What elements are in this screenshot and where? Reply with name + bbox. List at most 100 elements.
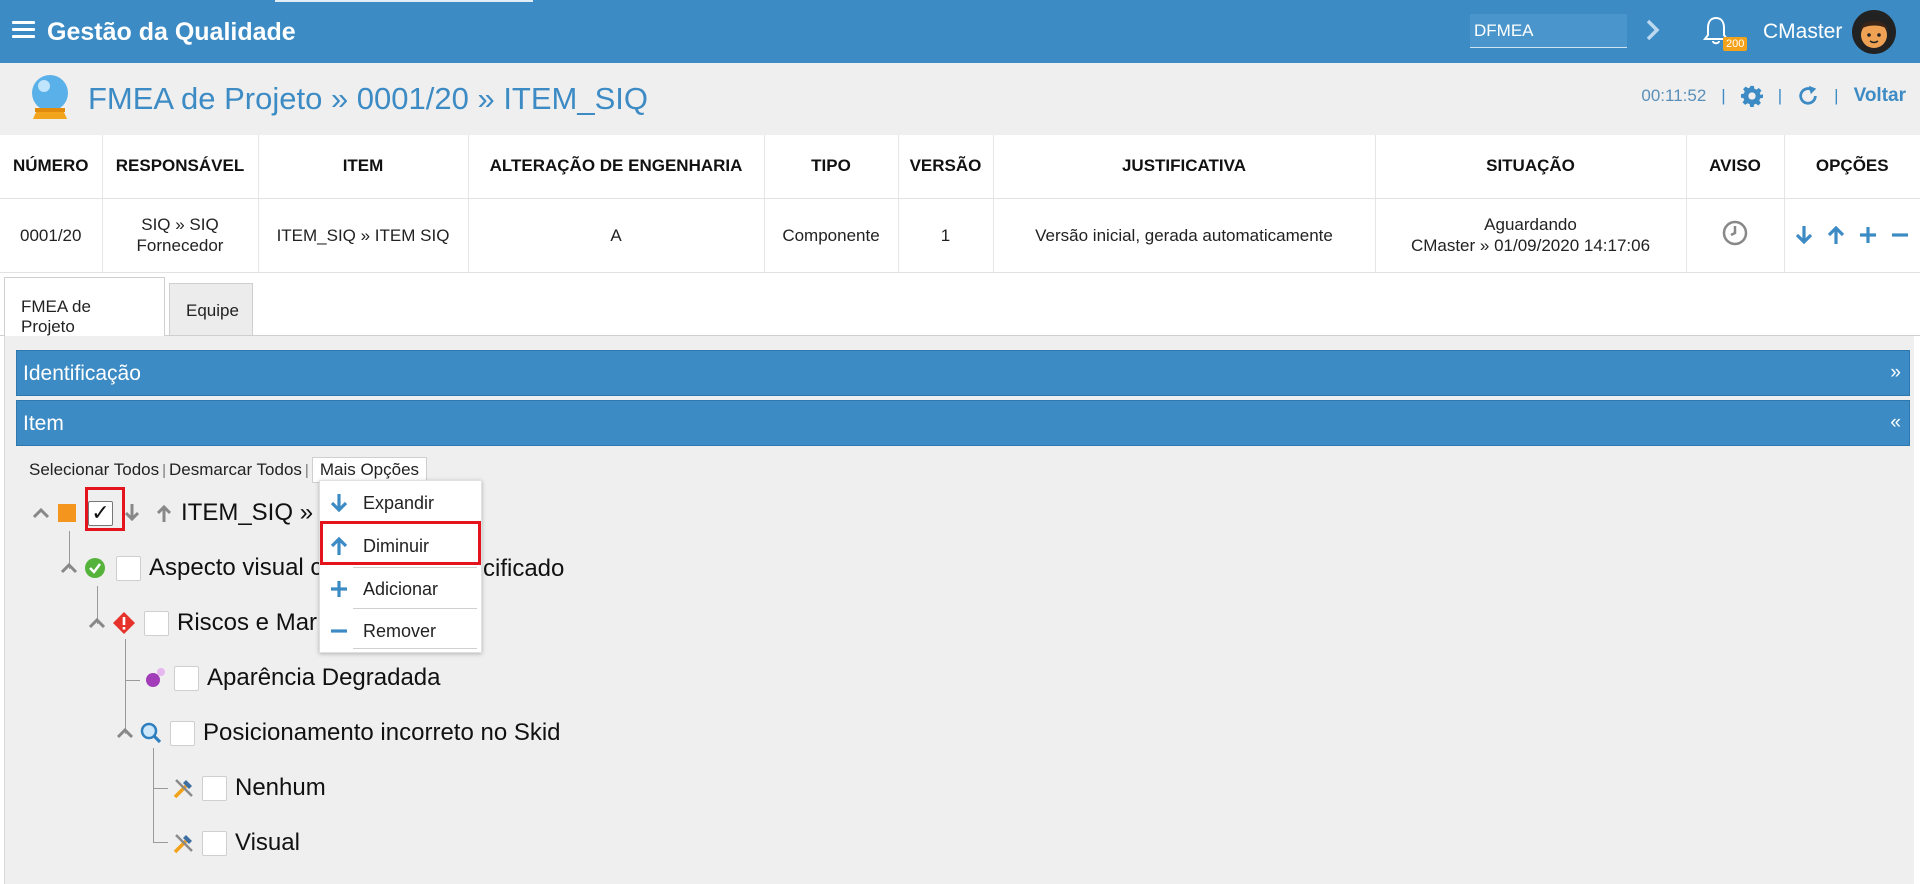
tree-checkbox[interactable] — [144, 610, 169, 636]
tree-node-cause: Posicionamento incorreto no Skid — [116, 717, 561, 749]
toolbar-separator: | — [162, 461, 167, 479]
tree-checkbox[interactable] — [116, 555, 141, 581]
arrow-up-icon[interactable] — [155, 503, 173, 523]
menu-divider — [353, 648, 477, 649]
cell-responsavel: SIQ » SIQ Fornecedor — [102, 198, 259, 273]
tree-node-control: Nenhum — [172, 772, 326, 804]
tree-node-label[interactable]: Aspecto visual c — [149, 554, 322, 582]
page-tools: 00:11:52 | | | Voltar — [1641, 85, 1906, 107]
hamburger-menu-icon[interactable] — [12, 21, 35, 38]
collapse-chevron-icon[interactable]: « — [1890, 412, 1901, 434]
arrow-down-icon[interactable] — [1794, 225, 1814, 245]
arrow-down-icon — [330, 494, 348, 513]
notifications-button[interactable]: 200 — [1703, 16, 1748, 54]
responsavel-line-1: SIQ » SIQ — [141, 215, 219, 234]
tree-node-root: ✓ ITEM_SIQ » — [32, 497, 313, 529]
page-title: FMEA de Projeto » 0001/20 » ITEM_SIQ — [88, 81, 649, 116]
menu-divider — [353, 567, 477, 568]
column-header: ALTERAÇÃO DE ENGENHARIA — [468, 135, 765, 199]
highlight-box — [320, 521, 481, 565]
tree-node-label[interactable]: Nenhum — [235, 774, 326, 802]
bomb-icon — [146, 668, 165, 687]
section-title: Item — [23, 412, 64, 435]
tree-node-label[interactable]: Riscos e Mar — [177, 609, 317, 637]
responsavel-line-2: Fornecedor — [136, 236, 224, 255]
user-name[interactable]: CMaster — [1763, 20, 1842, 44]
cell-item: ITEM_SIQ » ITEM SIQ — [258, 198, 469, 273]
tree-line — [153, 748, 154, 842]
tab-fmea-projeto[interactable]: FMEA de Projeto — [4, 277, 165, 337]
chevron-right-icon[interactable] — [1644, 18, 1662, 42]
table-row: 0001/20 SIQ » SIQ Fornecedor ITEM_SIQ » I… — [0, 198, 1920, 273]
tree-node-label[interactable]: Visual — [235, 829, 300, 857]
app-title: Gestão da Qualidade — [47, 18, 296, 46]
tree-checkbox[interactable] — [170, 720, 195, 746]
page-header: FMEA de Projeto » 0001/20 » ITEM_SIQ 00:… — [0, 63, 1920, 135]
table-header-row: NÚMERO RESPONSÁVEL ITEM ALTERAÇÃO DE ENG… — [0, 135, 1920, 199]
tools-icon — [173, 779, 193, 799]
section-title: Identificação — [23, 362, 141, 385]
tree-node-label[interactable]: Aparência Degradada — [207, 664, 441, 692]
more-options-dropdown: Expandir Diminuir Adicionar Remover — [319, 480, 482, 653]
check-circle-icon — [85, 558, 105, 578]
column-header: RESPONSÁVEL — [102, 135, 259, 199]
column-header: SITUAÇÃO — [1375, 135, 1687, 199]
tree-node-label[interactable]: ITEM_SIQ » — [181, 499, 313, 527]
item-type-icon — [58, 504, 76, 522]
tree-checkbox[interactable] — [174, 665, 199, 691]
tree-node-label[interactable]: Posicionamento incorreto no Skid — [203, 719, 561, 747]
column-header: AVISO — [1686, 135, 1785, 199]
situacao-line-1: Aguardando — [1484, 215, 1577, 234]
menu-item-remover[interactable]: Remover — [320, 613, 481, 649]
top-bar: Gestão da Qualidade DFMEA 200 CMaster — [0, 0, 1920, 63]
arrow-down-icon[interactable] — [123, 503, 141, 523]
notification-badge: 200 — [1723, 37, 1748, 51]
tools-icon — [173, 834, 193, 854]
minus-icon — [331, 629, 347, 633]
section-item[interactable]: Item « — [16, 400, 1910, 446]
plus-icon[interactable] — [1858, 225, 1878, 245]
deselect-all-link[interactable]: Desmarcar Todos — [169, 460, 302, 480]
collapse-caret-icon[interactable] — [60, 560, 78, 576]
refresh-icon[interactable] — [1797, 85, 1819, 107]
menu-item-adicionar[interactable]: Adicionar — [320, 571, 481, 607]
cell-tipo: Componente — [764, 198, 899, 273]
collapse-caret-icon[interactable] — [88, 615, 106, 631]
tree-checkbox[interactable] — [202, 775, 227, 801]
menu-item-label: Remover — [363, 620, 437, 641]
back-link[interactable]: Voltar — [1854, 85, 1906, 107]
collapse-caret-icon[interactable] — [116, 725, 134, 741]
tree-checkbox[interactable] — [202, 830, 227, 856]
situacao-line-2: CMaster » 01/09/2020 14:17:06 — [1410, 236, 1651, 255]
tool-separator: | — [1777, 86, 1783, 105]
expand-chevron-icon[interactable]: » — [1890, 362, 1901, 384]
tool-separator: | — [1834, 86, 1839, 105]
collapse-caret-icon[interactable] — [32, 505, 50, 521]
clock-icon[interactable] — [1721, 219, 1749, 247]
tree-node-label-tail: cificado — [483, 555, 565, 582]
column-header: JUSTIFICATIVA — [993, 135, 1376, 199]
user-avatar[interactable] — [1852, 10, 1896, 54]
select-all-link[interactable]: Selecionar Todos — [29, 460, 159, 480]
column-header: NÚMERO — [0, 135, 103, 199]
arrow-up-icon[interactable] — [1826, 225, 1846, 245]
section-identificacao[interactable]: Identificação » — [16, 350, 1910, 396]
module-select[interactable]: DFMEA — [1470, 14, 1627, 48]
fmea-info-table: NÚMERO RESPONSÁVEL ITEM ALTERAÇÃO DE ENG… — [0, 135, 1920, 273]
warning-diamond-icon — [113, 612, 135, 634]
gear-icon[interactable] — [1740, 85, 1763, 107]
tree-node-risk: Riscos e Mar — [88, 607, 317, 639]
tree-node-effect: Aparência Degradada — [144, 662, 441, 694]
cell-versao: 1 — [898, 198, 994, 273]
menu-item-label: Adicionar — [363, 578, 439, 599]
cell-aviso — [1686, 198, 1785, 273]
minus-icon[interactable] — [1890, 225, 1910, 245]
menu-item-expandir[interactable]: Expandir — [320, 485, 481, 521]
tree-node-control: Visual — [172, 827, 300, 859]
tab-bar: FMEA de Projeto Equipe — [0, 274, 1920, 337]
cell-numero: 0001/20 — [0, 198, 103, 273]
cell-situacao: Aguardando CMaster » 01/09/2020 14:17:06 — [1375, 198, 1687, 273]
column-header: VERSÃO — [898, 135, 994, 199]
tab-equipe[interactable]: Equipe — [169, 283, 253, 336]
tree-line — [153, 788, 168, 789]
